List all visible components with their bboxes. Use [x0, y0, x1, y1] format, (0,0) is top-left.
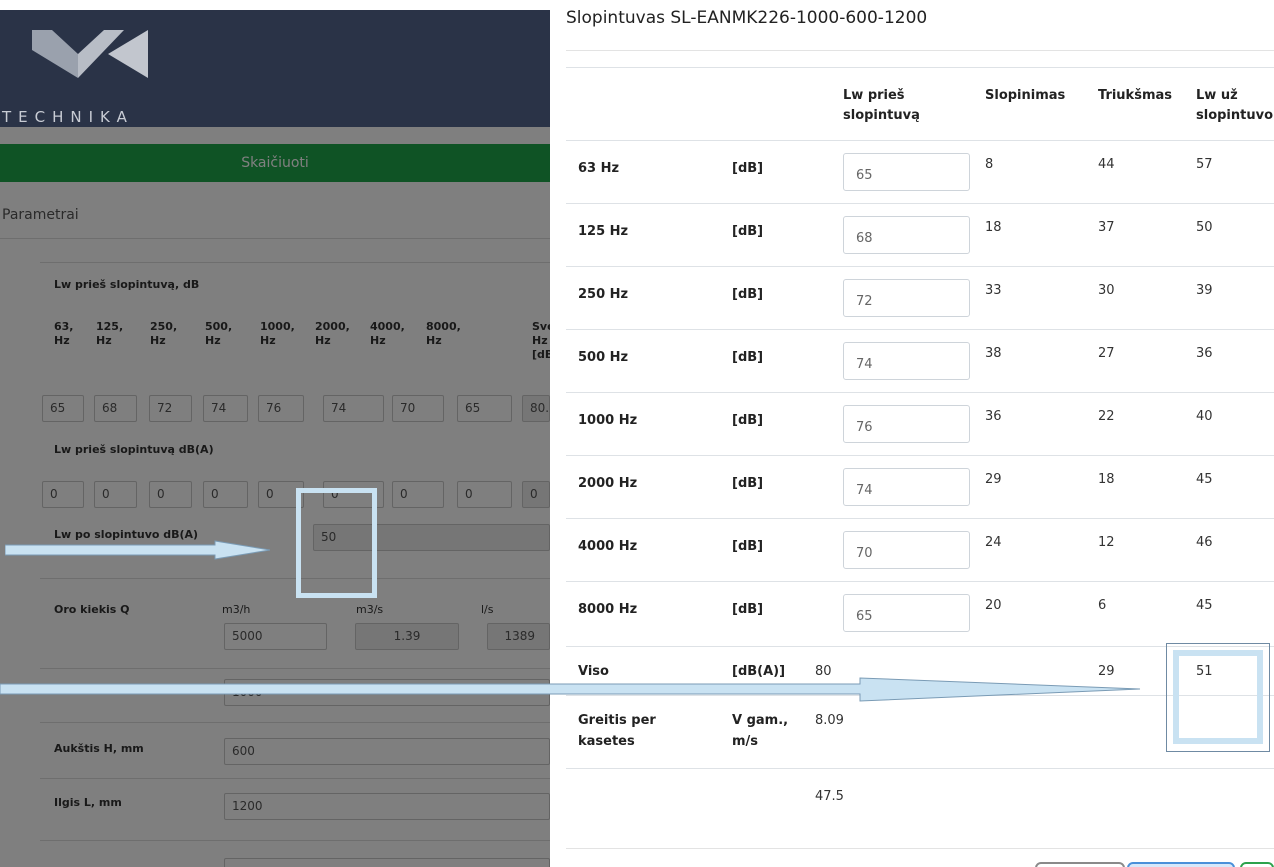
row-frequency: 63 Hz [578, 161, 620, 176]
modal-backdrop[interactable] [0, 127, 550, 867]
row-unit: [dB] [732, 350, 764, 365]
header-lw-after-1: Lw už [1196, 88, 1238, 103]
site-header: TECHNIKA [0, 10, 550, 127]
row-unit: [dB] [732, 602, 764, 617]
top-gap [0, 0, 550, 10]
modal-header-divider [566, 50, 1274, 51]
row-frequency: 250 Hz [578, 287, 629, 302]
row-frequency: 8000 Hz [578, 602, 638, 617]
row-lw-input[interactable]: 74 [843, 468, 970, 506]
row-frequency: 500 Hz [578, 350, 629, 365]
row-attenuation: 29 [985, 472, 1002, 487]
speed-label-2: kasetes [578, 734, 635, 749]
row-frequency: 1000 Hz [578, 413, 638, 428]
row-lw-input[interactable]: 65 [843, 594, 970, 632]
row-lw-after: 50 [1196, 220, 1213, 235]
row-noise: 44 [1098, 157, 1115, 172]
close-button[interactable] [1035, 862, 1125, 867]
row-noise: 6 [1098, 598, 1107, 613]
row-lw-after: 39 [1196, 283, 1213, 298]
row-frequency: 2000 Hz [578, 476, 638, 491]
row-attenuation: 20 [985, 598, 1002, 613]
row-lw-after: 40 [1196, 409, 1213, 424]
speed-value: 8.09 [815, 713, 844, 728]
primary-button[interactable] [1127, 862, 1235, 867]
table-top-border [566, 67, 1274, 68]
row-lw-after: 45 [1196, 598, 1213, 613]
row-frequency: 4000 Hz [578, 539, 638, 554]
secondary-button[interactable] [1240, 862, 1274, 867]
row-divider [566, 140, 1274, 141]
extra-value: 47.5 [815, 789, 844, 804]
row-divider [566, 455, 1274, 456]
row-noise: 22 [1098, 409, 1115, 424]
modal-title: Slopintuvas SL-EANMK226-1000-600-1200 [566, 8, 928, 28]
row-attenuation: 33 [985, 283, 1002, 298]
row-lw-input[interactable]: 74 [843, 342, 970, 380]
annotation-highlight-box [296, 488, 377, 598]
mk-logo-icon [32, 30, 148, 78]
row-attenuation: 8 [985, 157, 994, 172]
row-lw-after: 45 [1196, 472, 1213, 487]
row-unit: [dB] [732, 161, 764, 176]
row-unit: [dB] [732, 287, 764, 302]
row-unit: [dB] [732, 539, 764, 554]
annotation-highlight-box [1173, 650, 1263, 744]
row-lw-after: 57 [1196, 157, 1213, 172]
logo-text: TECHNIKA [2, 108, 134, 126]
header-noise: Triukšmas [1098, 88, 1173, 103]
main-form-panel: TECHNIKA Skaičiuoti Parametrai Lw prieš … [0, 0, 550, 867]
header-lw-after-2: slopintuvo [1196, 108, 1274, 123]
row-divider [566, 581, 1274, 582]
row-attenuation: 24 [985, 535, 1002, 550]
row-divider [566, 392, 1274, 393]
row-frequency: 125 Hz [578, 224, 629, 239]
row-lw-after: 46 [1196, 535, 1213, 550]
row-lw-after: 36 [1196, 346, 1213, 361]
row-noise: 27 [1098, 346, 1115, 361]
speed-label-1: Greitis per [578, 713, 656, 728]
speed-unit-2: m/s [732, 734, 759, 749]
annotation-arrow-icon [0, 677, 1141, 702]
row-divider [566, 266, 1274, 267]
row-attenuation: 18 [985, 220, 1002, 235]
row-divider [566, 768, 1274, 769]
header-attenuation: Slopinimas [985, 88, 1066, 103]
header-lw-before-1: Lw prieš [843, 88, 905, 103]
row-lw-input[interactable]: 70 [843, 531, 970, 569]
row-noise: 37 [1098, 220, 1115, 235]
header-lw-before-2: slopintuvą [843, 108, 920, 123]
row-noise: 18 [1098, 472, 1115, 487]
row-divider [566, 203, 1274, 204]
annotation-arrow-icon [5, 540, 270, 560]
row-unit: [dB] [732, 413, 764, 428]
modal-footer-divider [566, 848, 1274, 849]
row-lw-input[interactable]: 68 [843, 216, 970, 254]
row-unit: [dB] [732, 476, 764, 491]
row-noise: 12 [1098, 535, 1115, 550]
row-attenuation: 36 [985, 409, 1002, 424]
row-divider [566, 329, 1274, 330]
row-noise: 30 [1098, 283, 1115, 298]
row-lw-input[interactable]: 76 [843, 405, 970, 443]
speed-unit-1: V gam., [732, 713, 789, 728]
row-attenuation: 38 [985, 346, 1002, 361]
row-divider [566, 518, 1274, 519]
row-unit: [dB] [732, 224, 764, 239]
row-lw-input[interactable]: 72 [843, 279, 970, 317]
row-lw-input[interactable]: 65 [843, 153, 970, 191]
